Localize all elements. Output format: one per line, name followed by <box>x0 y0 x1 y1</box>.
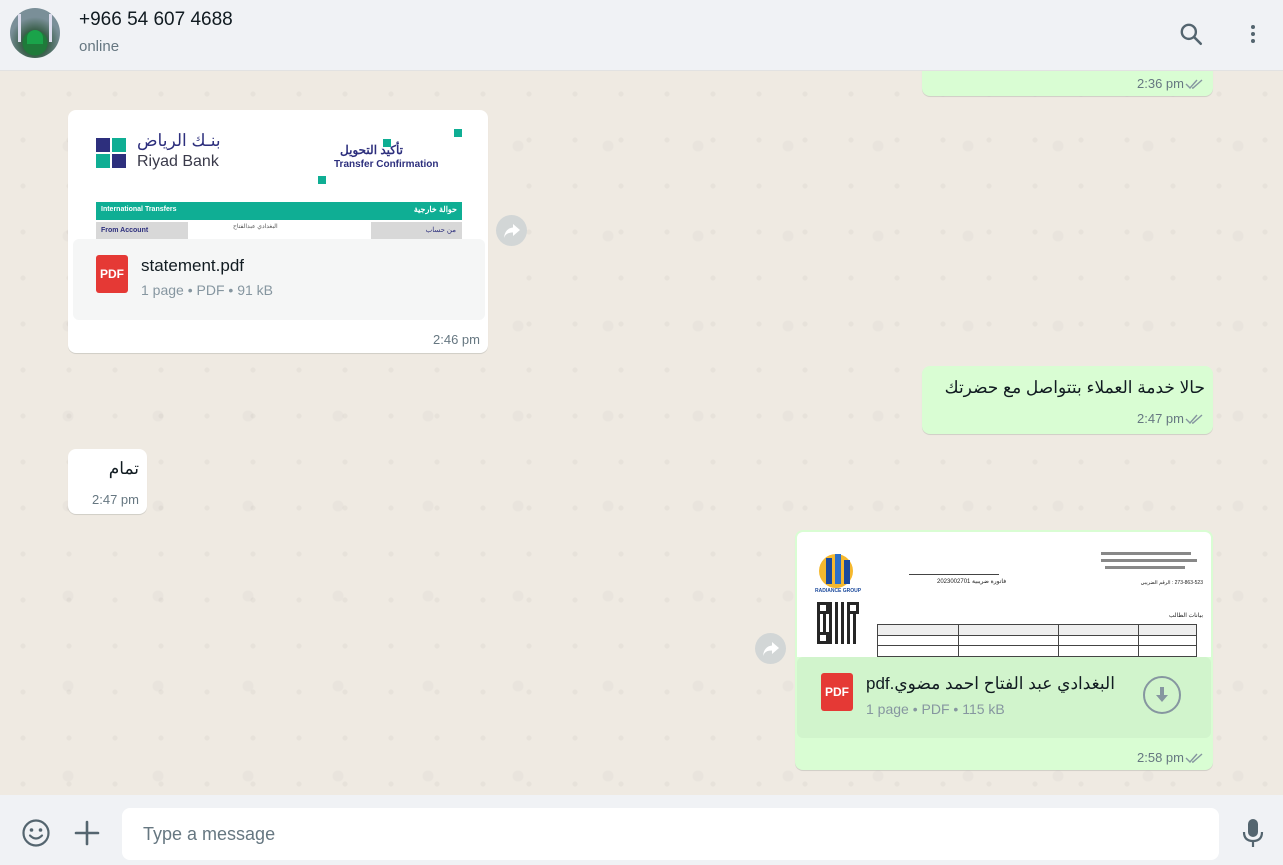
menu-dots-icon[interactable] <box>1239 20 1267 48</box>
message-bubble-incoming-document[interactable]: بنـك الرياض Riyad Bank تأكيد التحويل Tra… <box>68 110 488 353</box>
message-composer <box>0 795 1283 865</box>
contact-name[interactable]: +966 54 607 4688 <box>79 9 233 31</box>
bank-name-en: Riyad Bank <box>137 153 219 170</box>
message-text: حالا خدمة العملاء بتتواصل مع حضرتك <box>944 378 1205 397</box>
pdf-file-icon: PDF <box>96 255 128 293</box>
download-icon[interactable] <box>1143 676 1181 714</box>
section-label: بيانات الطالب <box>1168 613 1203 619</box>
table-cell: البغدادي عبدالفتاح <box>233 224 278 230</box>
table-cell: من حساب <box>371 222 462 239</box>
tax-number: 273-863-523 : الرقم الضريبي <box>1140 580 1203 586</box>
search-icon[interactable] <box>1177 20 1205 48</box>
message-time: 2:47 pm <box>92 492 139 507</box>
emoji-icon[interactable] <box>20 817 52 849</box>
forward-icon[interactable] <box>496 215 527 246</box>
deco-square <box>318 176 326 184</box>
file-meta: 1 page • PDF • 115 kB <box>866 701 1005 717</box>
deco-square <box>454 129 462 137</box>
forward-icon[interactable] <box>755 633 786 664</box>
company-logo-icon <box>817 552 857 588</box>
invoice-title: فاتورة ضريبية 2023002701 <box>937 579 1007 585</box>
message-bubble-outgoing[interactable]: 2:36 pm <box>922 71 1213 96</box>
message-time: 2:47 pm <box>1137 411 1184 426</box>
document-preview[interactable]: بنـك الرياض Riyad Bank تأكيد التحويل Tra… <box>73 115 483 239</box>
document-preview[interactable]: RADIANCE GROUP فاتورة ضريبية 2023002701 … <box>797 532 1211 657</box>
mic-icon[interactable] <box>1237 817 1269 849</box>
message-input[interactable] <box>122 808 1219 860</box>
qr-code <box>817 602 859 644</box>
table-cell: From Account <box>96 222 188 239</box>
message-text: تمام <box>108 459 139 478</box>
bank-logo-icon <box>96 138 126 170</box>
chat-header: +966 54 607 4688 online <box>0 0 1283 71</box>
read-ticks-icon <box>1185 414 1203 425</box>
pdf-file-icon: PDF <box>821 673 853 711</box>
file-meta: 1 page • PDF • 91 kB <box>141 282 274 298</box>
read-ticks-icon <box>1185 79 1203 90</box>
message-time: 2:36 pm <box>1137 76 1184 91</box>
read-ticks-icon <box>1185 753 1203 764</box>
attach-plus-icon[interactable] <box>71 817 103 849</box>
message-bubble-incoming[interactable]: تمام 2:47 pm <box>68 449 147 514</box>
logo-text: RADIANCE GROUP <box>815 588 862 594</box>
document-attachment[interactable]: PDF البغدادي عبد الفتاح احمد مضوي.pdf 1 … <box>797 657 1211 738</box>
student-table <box>877 624 1197 657</box>
message-time: 2:46 pm <box>433 332 480 347</box>
message-bubble-outgoing-document[interactable]: RADIANCE GROUP فاتورة ضريبية 2023002701 … <box>795 530 1213 770</box>
file-name: statement.pdf <box>141 256 245 275</box>
transfer-title-en: Transfer Confirmation <box>334 159 439 170</box>
contact-avatar[interactable] <box>10 8 60 58</box>
chat-area[interactable]: 2:36 pm بنـك الرياض Riyad Bank تأكيد الت… <box>0 71 1283 795</box>
transfer-title-ar: تأكيد التحويل <box>340 143 403 157</box>
file-name: البغدادي عبد الفتاح احمد مضوي.pdf <box>866 674 1115 693</box>
message-bubble-outgoing[interactable]: حالا خدمة العملاء بتتواصل مع حضرتك 2:47 … <box>922 366 1213 434</box>
contact-status: online <box>79 38 120 55</box>
document-attachment[interactable]: PDF statement.pdf 1 page • PDF • 91 kB <box>73 239 485 320</box>
message-time: 2:58 pm <box>1137 750 1184 765</box>
bank-name-ar: بنـك الرياض <box>137 131 221 150</box>
transfers-bar: International Transfers حوالة خارجية <box>96 202 462 220</box>
